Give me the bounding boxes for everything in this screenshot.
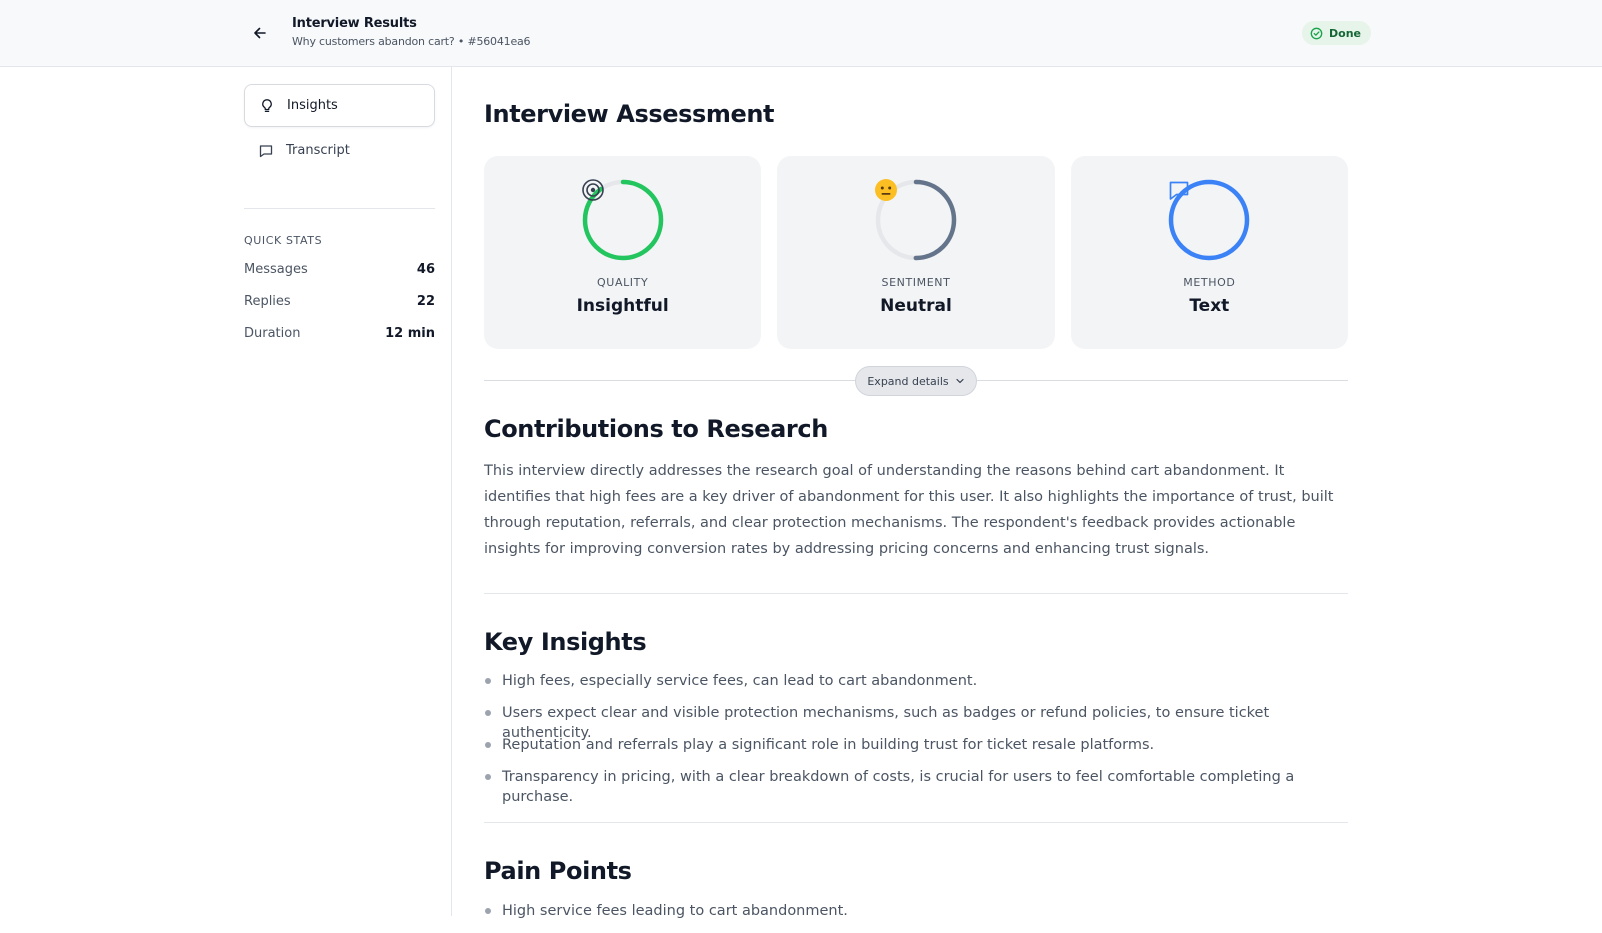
sentiment-ring: [874, 178, 958, 262]
card-value: Text: [1189, 296, 1230, 316]
method-ring: [1167, 178, 1251, 262]
sidebar: Insights Transcript QUICK STATS Messages…: [0, 67, 452, 916]
stat-row-replies: Replies 22: [244, 294, 435, 309]
stat-row-messages: Messages 46: [244, 262, 435, 277]
lightbulb-icon: [262, 98, 272, 112]
card-label: QUALITY: [597, 276, 649, 289]
chat-icon: [1169, 181, 1189, 200]
sidebar-item-label: Insights: [287, 98, 338, 113]
sidebar-item-transcript[interactable]: Transcript: [244, 129, 435, 172]
sidebar-divider: [244, 208, 435, 209]
assessment-title: Interview Assessment: [484, 100, 775, 128]
list-item: High service fees leading to cart abando…: [484, 901, 1348, 933]
stat-label: Replies: [244, 294, 291, 309]
assessment-cards: QUALITY Insightful SENTIMENT Neutral MET…: [484, 156, 1348, 349]
sidebar-item-insights[interactable]: Insights: [244, 84, 435, 127]
stat-label: Duration: [244, 326, 301, 341]
card-value: Insightful: [576, 296, 669, 316]
contributions-text: This interview directly addresses the re…: [484, 463, 1334, 557]
status-label: Done: [1329, 26, 1361, 40]
key-insights-title: Key Insights: [484, 628, 647, 656]
quick-stats-title: QUICK STATS: [244, 234, 323, 247]
sidebar-item-label: Transcript: [286, 143, 350, 158]
title-block: Interview Results Why customers abandon …: [292, 16, 531, 48]
quality-ring: [581, 178, 665, 262]
stat-value: 22: [416, 294, 435, 309]
target-icon: [581, 179, 604, 201]
expand-row: Expand details: [484, 366, 1348, 396]
divider: [484, 822, 1348, 823]
back-button[interactable]: [244, 20, 276, 46]
pain-points-title: Pain Points: [484, 857, 632, 885]
list-item: Reputation and referrals play a signific…: [484, 735, 1348, 767]
sentiment-card: SENTIMENT Neutral: [777, 156, 1055, 349]
pain-points-list: High service fees leading to cart abando…: [484, 901, 1348, 933]
check-circle-icon: [1310, 27, 1323, 39]
list-item: High fees, especially service fees, can …: [484, 671, 1348, 703]
neutral-face-icon: [874, 179, 897, 201]
chat-icon: [259, 144, 273, 157]
card-label: SENTIMENT: [881, 276, 951, 289]
card-value: Neutral: [880, 296, 952, 316]
stat-label: Messages: [244, 262, 308, 277]
expand-details-label: Expand details: [867, 374, 949, 388]
divider: [484, 593, 1348, 594]
stat-value: 12 min: [385, 326, 435, 341]
stat-row-duration: Duration 12 min: [244, 326, 435, 341]
key-insights-list: High fees, especially service fees, can …: [484, 671, 1348, 805]
contributions-title: Contributions to Research: [484, 415, 828, 443]
chevron-down-icon: [956, 378, 964, 384]
expand-details-button[interactable]: Expand details: [855, 366, 977, 396]
card-label: METHOD: [1183, 276, 1236, 289]
top-bar: Interview Results Why customers abandon …: [0, 0, 1602, 67]
arrow-left-icon: [254, 27, 266, 39]
stat-value: 46: [416, 262, 435, 277]
list-item: Transparency in pricing, with a clear br…: [484, 767, 1348, 805]
method-card: METHOD Text: [1070, 156, 1348, 349]
list-item: Users expect clear and visible protectio…: [484, 703, 1348, 741]
page-title: Interview Results: [292, 16, 417, 31]
page-subtitle: Why customers abandon cart? • #56041ea6: [292, 35, 531, 48]
status-badge: Done: [1302, 21, 1371, 45]
quality-card: QUALITY Insightful: [484, 156, 762, 349]
